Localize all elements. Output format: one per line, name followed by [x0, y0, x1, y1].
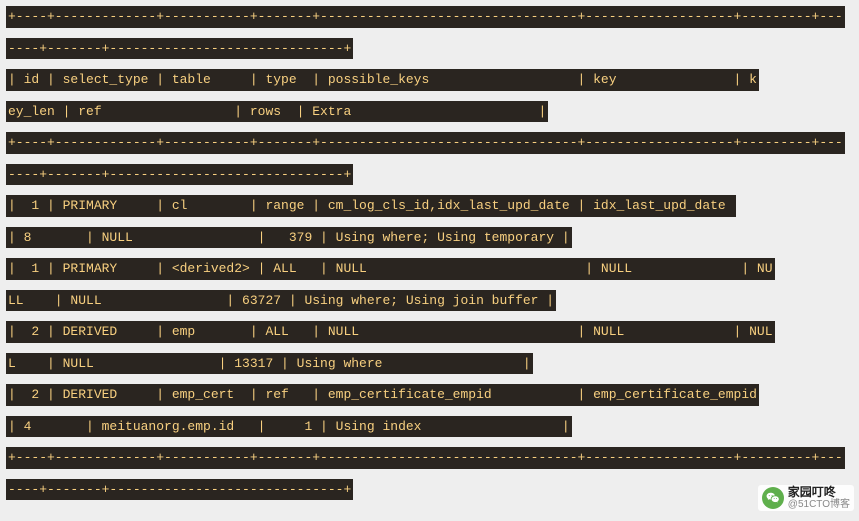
- console-line: ----+-------+---------------------------…: [6, 479, 353, 501]
- console-line: ----+-------+---------------------------…: [6, 38, 353, 60]
- console-line: | 2 | DERIVED | emp | ALL | NULL | NULL …: [6, 321, 775, 343]
- console-line: ----+-------+---------------------------…: [6, 164, 353, 186]
- watermark-text: 家园叮咚 @51CTO博客: [788, 486, 850, 510]
- console-line: +----+-------------+-----------+-------+…: [6, 132, 845, 154]
- console-line: +----+-------------+-----------+-------+…: [6, 6, 845, 28]
- console-line: | 1 | PRIMARY | <derived2> | ALL | NULL …: [6, 258, 775, 280]
- console-line: | 1 | PRIMARY | cl | range | cm_log_cls_…: [6, 195, 736, 217]
- watermark: 家园叮咚 @51CTO博客: [758, 485, 854, 511]
- watermark-source: @51CTO博客: [788, 499, 850, 510]
- wechat-icon: [762, 487, 784, 509]
- console-line: | 8 | NULL | 379 | Using where; Using te…: [6, 227, 572, 249]
- console-line: +----+-------------+-----------+-------+…: [6, 447, 845, 469]
- console-line: LL | NULL | 63727 | Using where; Using j…: [6, 290, 556, 312]
- console-line: ey_len | ref | rows | Extra |: [6, 101, 548, 123]
- console-line: | 4 | meituanorg.emp.id | 1 | Using inde…: [6, 416, 572, 438]
- console-line: L | NULL | 13317 | Using where |: [6, 353, 533, 375]
- watermark-name: 家园叮咚: [788, 486, 850, 499]
- console-output: +----+-------------+-----------+-------+…: [0, 0, 859, 510]
- console-line: | 2 | DERIVED | emp_cert | ref | emp_cer…: [6, 384, 759, 406]
- console-line: | id | select_type | table | type | poss…: [6, 69, 759, 91]
